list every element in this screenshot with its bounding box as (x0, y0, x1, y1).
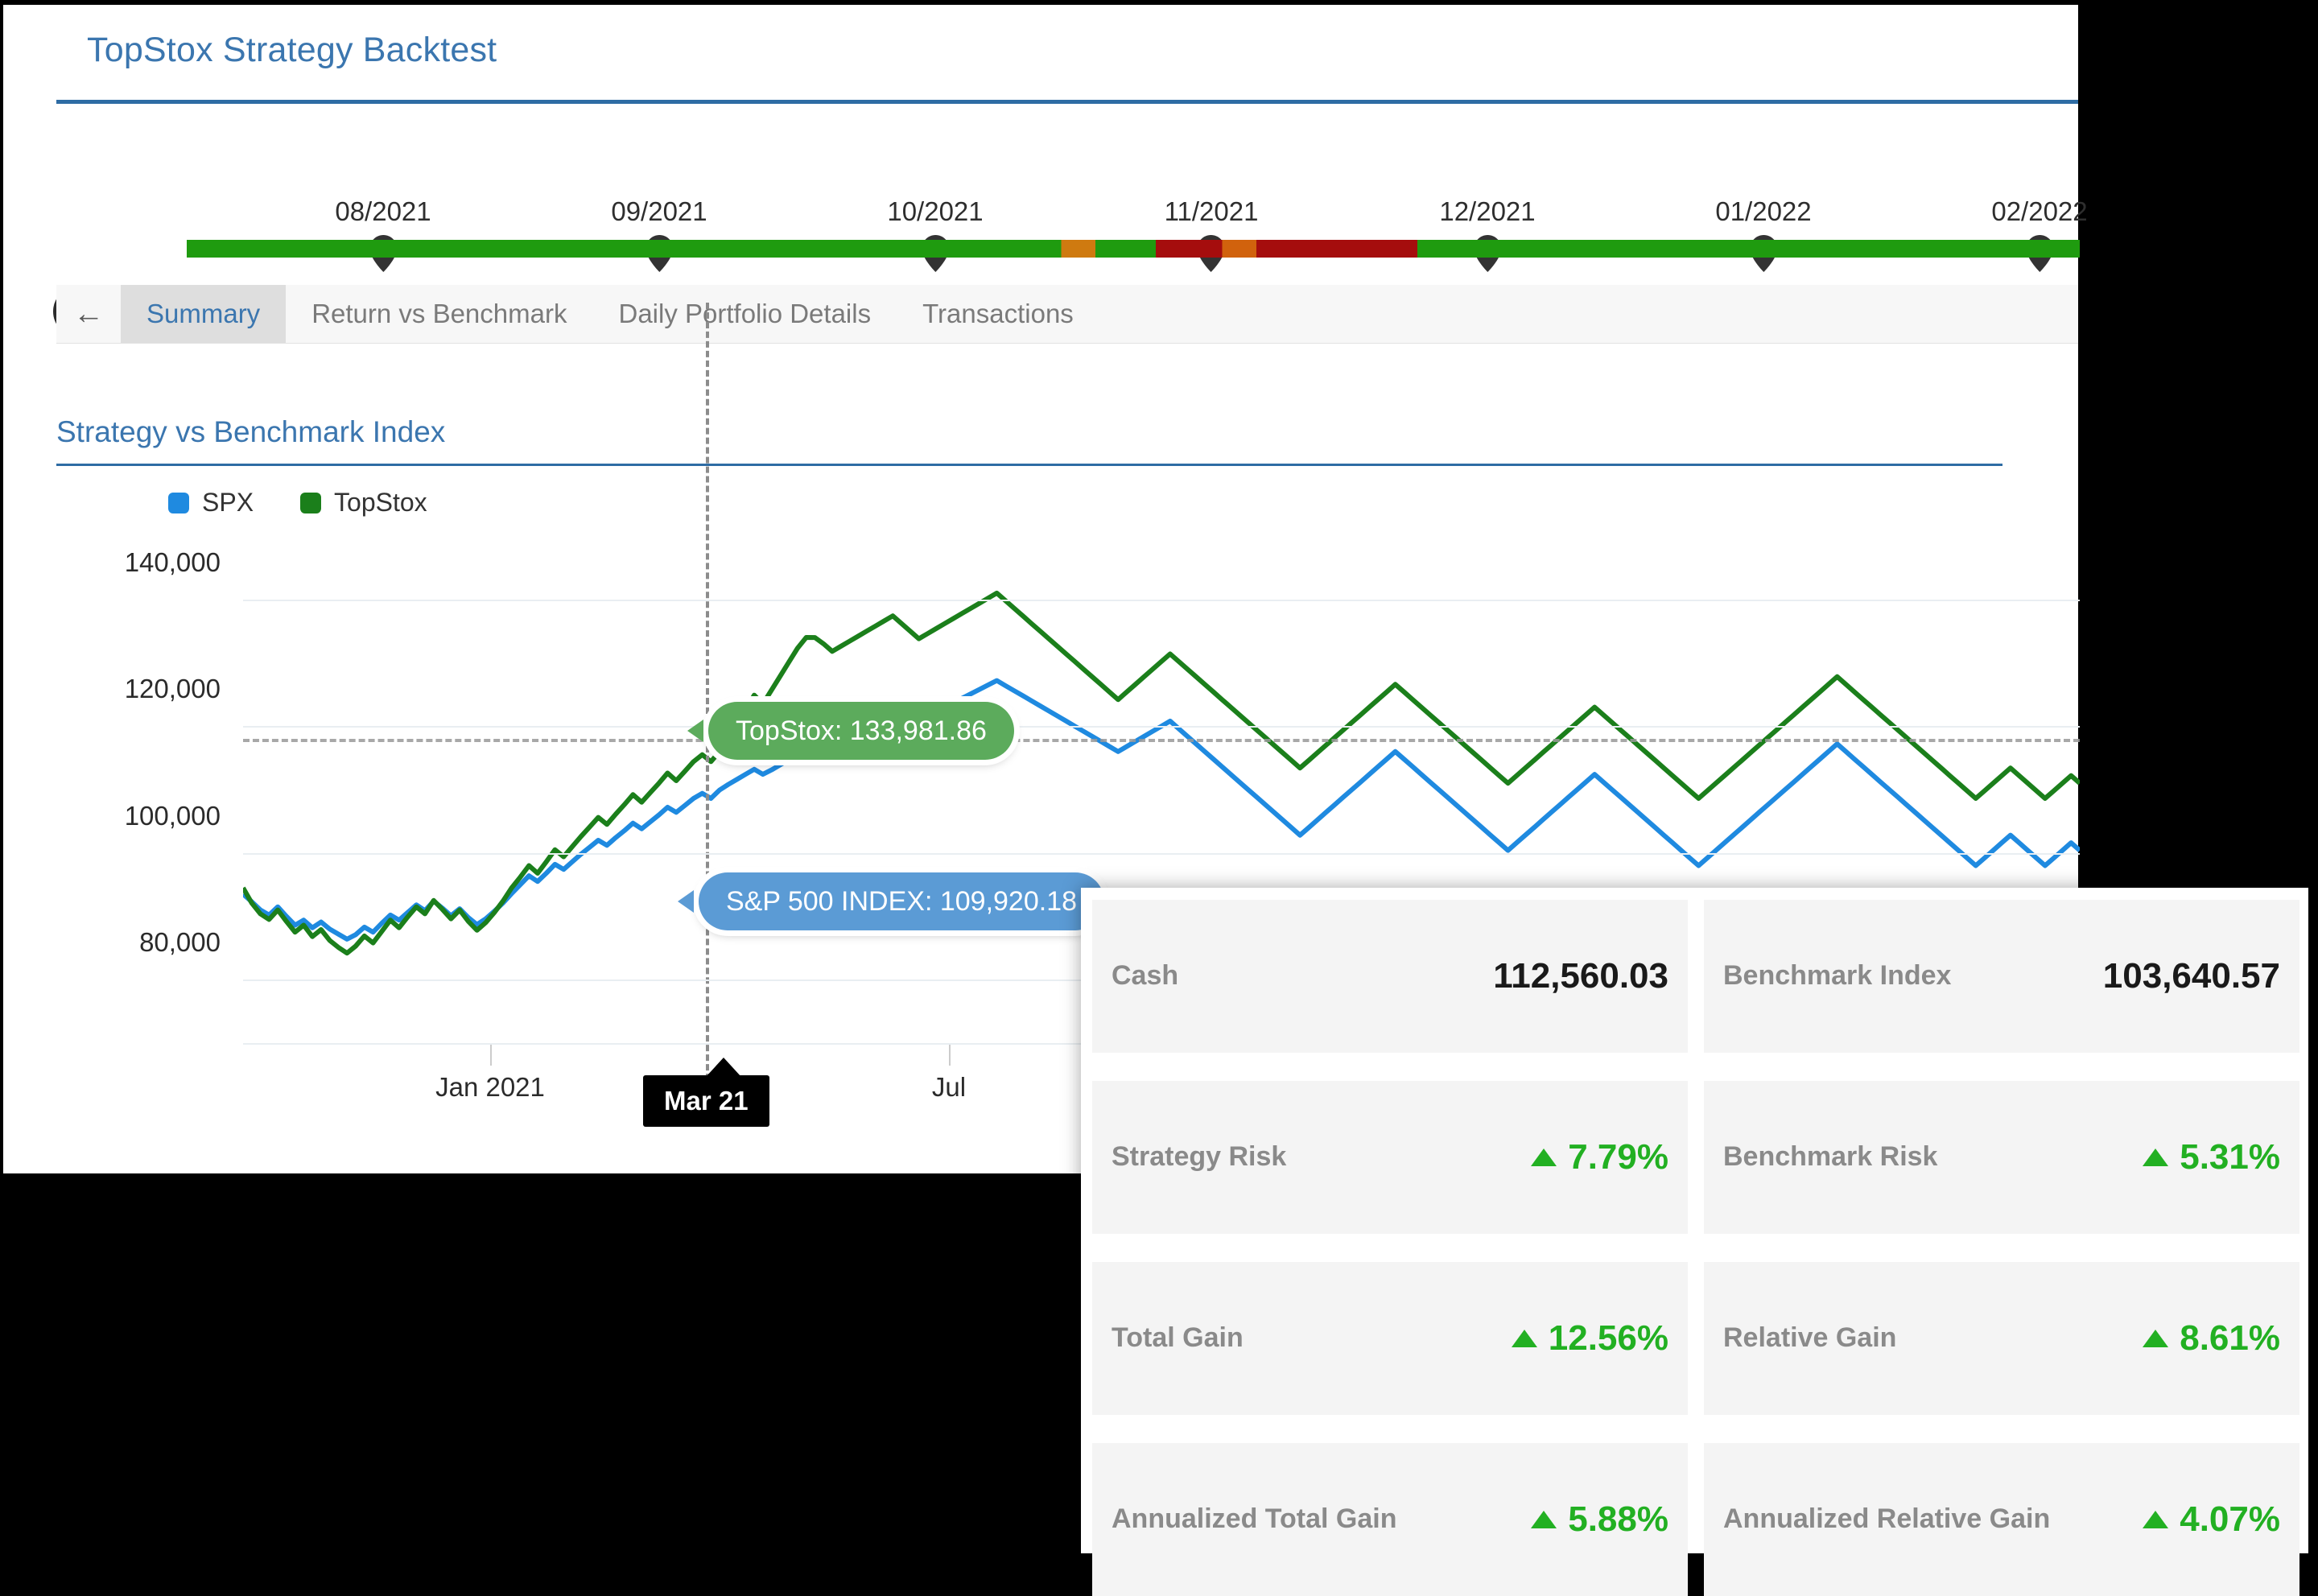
chart-tooltip-topstox: TopStox: 133,981.86 (687, 702, 1014, 760)
stat-card-cash: Cash 112,560.03 (1092, 900, 1688, 1053)
legend-label: TopStox (334, 488, 427, 517)
triangle-up-icon (1531, 1149, 1557, 1166)
chart-gridline (243, 599, 2080, 601)
summary-stats-panel: Cash 112,560.03 Benchmark Index 103,640.57 S… (1081, 888, 2308, 1596)
chart-legend: SPX TopStox (168, 488, 427, 518)
y-axis-tick-label: 100,000 (124, 800, 221, 831)
triangle-up-icon (2143, 1511, 2169, 1528)
stat-value: 7.79% (1531, 1137, 1668, 1177)
timeline-tick[interactable]: 10/2021 (887, 196, 984, 272)
stat-value-text: 8.61% (2180, 1318, 2280, 1358)
stat-card-strategy-risk: Strategy Risk 7.79% (1092, 1081, 1688, 1234)
x-cursor-flag: Mar 21 (643, 1075, 769, 1127)
stat-card-annualized-relative-gain: Annualized Relative Gain 4.07% (1704, 1443, 2299, 1596)
timeline-tick-label: 01/2022 (1715, 196, 1812, 226)
triangle-up-icon (2143, 1330, 2169, 1347)
triangle-up-icon (1531, 1511, 1557, 1528)
x-axis-tick-label: Jul (931, 1072, 967, 1102)
page-title: TopStox Strategy Backtest (87, 31, 497, 69)
stat-value-text: 12.56% (1548, 1318, 1668, 1358)
chart-reference-line (243, 739, 2080, 742)
tooltip-pointer-icon (678, 890, 694, 913)
stat-value: 5.31% (2143, 1137, 2280, 1177)
stat-card-relative-gain: Relative Gain 8.61% (1704, 1262, 2299, 1415)
stat-label: Annualized Total Gain (1112, 1503, 1397, 1535)
chart-tooltip-topstox-label: TopStox: 133,981.86 (736, 715, 987, 746)
timeline-tick[interactable]: 09/2021 (611, 196, 707, 272)
timeline-tick[interactable]: 01/2022 (1715, 196, 1812, 272)
stat-value-text: 4.07% (2180, 1499, 2280, 1539)
tab-back-button[interactable]: ← (56, 285, 121, 343)
stat-value-text: 5.31% (2180, 1137, 2280, 1177)
chart-gridline (243, 726, 2080, 728)
legend-swatch-icon (168, 492, 189, 513)
legend-item-spx[interactable]: SPX (168, 488, 254, 518)
timeline-tick-label: 02/2022 (1991, 196, 2088, 226)
stat-card-benchmark-index: Benchmark Index 103,640.57 (1704, 900, 2299, 1053)
stat-value: 12.56% (1511, 1318, 1668, 1359)
legend-item-topstox[interactable]: TopStox (300, 488, 427, 518)
stat-label: Strategy Risk (1112, 1141, 1287, 1173)
stat-value: 112,560.03 (1493, 956, 1668, 996)
x-axis-tick-label: Jan 2021 (435, 1072, 545, 1102)
timeline-tick-label: 10/2021 (887, 196, 984, 226)
stat-value: 5.88% (1531, 1499, 1668, 1540)
stat-card-benchmark-risk: Benchmark Risk 5.31% (1704, 1081, 2299, 1234)
y-axis-tick-label: 140,000 (124, 546, 221, 577)
y-axis-tick-label: 80,000 (139, 927, 221, 958)
stat-value: 103,640.57 (2102, 956, 2280, 996)
stat-label: Cash (1112, 960, 1179, 992)
chart-tooltip-spx-label: S&P 500 INDEX: 109,920.18 (726, 885, 1078, 917)
chart-gridline (243, 852, 2080, 855)
triangle-up-icon (1511, 1330, 1537, 1347)
chart-y-axis: 140,000 120,000 100,000 80,000 (3, 536, 230, 1067)
stat-label: Total Gain (1112, 1322, 1244, 1354)
timeline-tick[interactable]: 11/2021 (1164, 196, 1259, 272)
tooltip-pointer-icon (687, 720, 703, 742)
legend-label: SPX (202, 488, 254, 517)
timeline-tick-label: 11/2021 (1164, 196, 1259, 226)
x-axis-tick-mark (949, 1045, 951, 1066)
tab-return-vs-benchmark[interactable]: Return vs Benchmark (286, 285, 592, 343)
stat-value-text: 7.79% (1568, 1137, 1668, 1177)
x-cursor-flag-arrow-icon (706, 1058, 741, 1077)
stat-card-annualized-total-gain: Annualized Total Gain 5.88% (1092, 1443, 1688, 1596)
stat-label: Relative Gain (1723, 1322, 1897, 1354)
summary-stats-grid: Cash 112,560.03 Benchmark Index 103,640.57 S… (1092, 900, 2299, 1596)
title-divider (56, 100, 2078, 104)
stat-value: 8.61% (2143, 1318, 2280, 1359)
timeline-status-bar[interactable] (187, 240, 2080, 258)
stat-label: Annualized Relative Gain (1723, 1503, 2051, 1535)
arrow-left-icon: ← (73, 296, 104, 331)
x-axis-tick-mark (490, 1045, 492, 1066)
stat-label: Benchmark Index (1723, 960, 1952, 992)
timeline-tick[interactable]: 12/2021 (1439, 196, 1536, 272)
stat-value: 4.07% (2143, 1499, 2280, 1540)
tab-daily-portfolio-details[interactable]: Daily Portfolio Details (592, 285, 897, 343)
triangle-up-icon (2143, 1149, 2169, 1166)
timeline-tick-label: 08/2021 (335, 196, 431, 226)
timeline-tick-label: 09/2021 (611, 196, 707, 226)
chart-title-divider (56, 464, 2002, 466)
stat-value-text: 5.88% (1568, 1499, 1668, 1539)
y-axis-tick-label: 120,000 (124, 674, 221, 704)
timeline-tick-label: 12/2021 (1439, 196, 1536, 226)
legend-swatch-icon (300, 492, 322, 513)
stat-label: Benchmark Risk (1723, 1141, 1938, 1173)
stat-card-total-gain: Total Gain 12.56% (1092, 1262, 1688, 1415)
tab-summary[interactable]: Summary (121, 285, 287, 343)
tab-transactions[interactable]: Transactions (897, 285, 1099, 343)
chart-tooltip-spx: S&P 500 INDEX: 109,920.18 (678, 872, 1105, 930)
timeline-tick[interactable]: 08/2021 (335, 196, 431, 272)
tab-bar: ← Summary Return vs Benchmark Daily Portfo… (56, 285, 2078, 344)
timeline-status-bar-fill (187, 240, 2080, 258)
timeline-tick[interactable]: 02/2022 (1991, 196, 2088, 272)
chart-section-title: Strategy vs Benchmark Index (56, 415, 446, 448)
